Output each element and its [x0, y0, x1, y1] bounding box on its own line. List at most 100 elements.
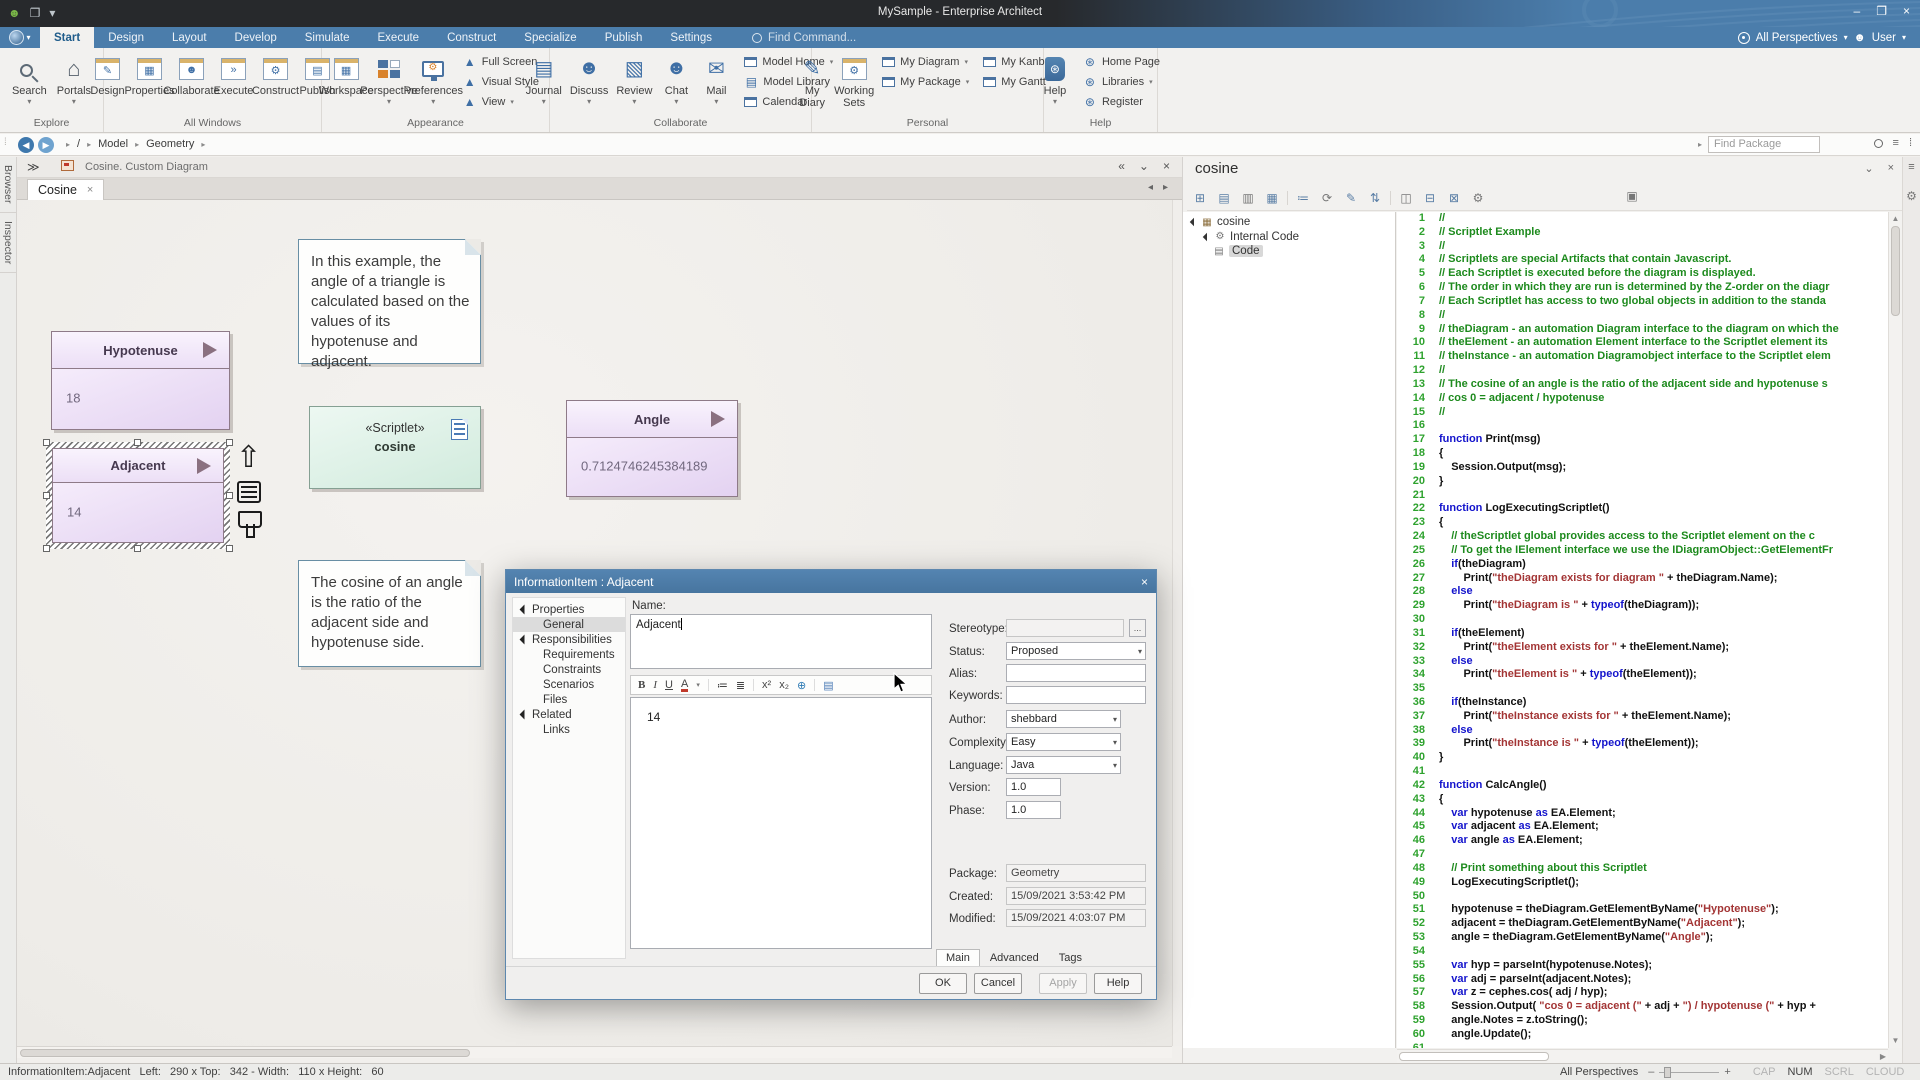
- app-menu-button[interactable]: ▾: [0, 27, 40, 48]
- dialog-nav-files[interactable]: Files: [513, 692, 625, 707]
- code-tree-cosine[interactable]: ▦cosine: [1183, 215, 1395, 230]
- code-line-52[interactable]: 52 adjacent = theDiagram.GetElementByNam…: [1397, 917, 1888, 931]
- mail-button[interactable]: ✉Mail▾: [696, 51, 736, 107]
- subscript-button[interactable]: x₂: [779, 679, 789, 691]
- ribbon-tab-design[interactable]: Design: [94, 27, 158, 48]
- selection-handle[interactable]: [134, 439, 141, 446]
- dialog-tab-advanced[interactable]: Advanced: [980, 949, 1049, 967]
- zoom-slider-thumb[interactable]: [1664, 1067, 1671, 1078]
- code-line-32[interactable]: 32 Print("theElement exists for " + theE…: [1397, 641, 1888, 655]
- stereotype-browse-button[interactable]: ...: [1129, 619, 1146, 637]
- code-line-47[interactable]: 47: [1397, 848, 1888, 862]
- bullet-list-button[interactable]: ≔: [717, 679, 728, 692]
- expand-icon[interactable]: [520, 710, 530, 720]
- code-line-43[interactable]: 43{: [1397, 793, 1888, 807]
- code-line-55[interactable]: 55 var hyp = parseInt(hypotenuse.Notes);: [1397, 959, 1888, 973]
- code-line-29[interactable]: 29 Print("theDiagram is " + typeof(theDi…: [1397, 599, 1888, 613]
- code-line-27[interactable]: 27 Print("theDiagram exists for diagram …: [1397, 572, 1888, 586]
- code-line-50[interactable]: 50: [1397, 890, 1888, 904]
- code-line-23[interactable]: 23{: [1397, 516, 1888, 530]
- tab-scroll-left-icon[interactable]: ◂: [1148, 182, 1153, 193]
- code-line-24[interactable]: 24 // theScriptlet global provides acces…: [1397, 530, 1888, 544]
- selection-handle[interactable]: [226, 492, 233, 499]
- code-line-5[interactable]: 5// Each Scriptlet is executed before th…: [1397, 267, 1888, 281]
- home-page-button[interactable]: ⊛Home Page: [1083, 53, 1160, 70]
- code-line-3[interactable]: 3//: [1397, 240, 1888, 254]
- editor-options-icon[interactable]: ⚙: [1903, 187, 1920, 205]
- notes-field[interactable]: 14: [630, 697, 932, 949]
- tab-scroll-right-icon[interactable]: ▸: [1163, 182, 1168, 193]
- code-line-58[interactable]: 58 Session.Output( "cos 0 = adjacent (" …: [1397, 1000, 1888, 1014]
- scrollbar-thumb[interactable]: [1399, 1052, 1549, 1061]
- code-toolbar-icon-1[interactable]: ▤: [1215, 189, 1233, 207]
- bold-button[interactable]: B: [638, 679, 645, 691]
- package-list-icon[interactable]: ≡: [1893, 137, 1899, 149]
- code-line-21[interactable]: 21: [1397, 489, 1888, 503]
- code-line-39[interactable]: 39 Print("theInstance is " + typeof(theE…: [1397, 737, 1888, 751]
- apply-button[interactable]: Apply: [1039, 973, 1087, 994]
- features-icon[interactable]: [237, 481, 261, 503]
- code-line-44[interactable]: 44 var hypotenuse as EA.Element;: [1397, 807, 1888, 821]
- element-hypotenuse[interactable]: Hypotenuse 18: [51, 331, 230, 430]
- code-line-46[interactable]: 46 var angle as EA.Element;: [1397, 834, 1888, 848]
- ribbon-tab-construct[interactable]: Construct: [433, 27, 510, 48]
- code-line-4[interactable]: 4// Scriptlets are special Artifacts tha…: [1397, 253, 1888, 267]
- phase-field[interactable]: 1.0: [1006, 801, 1061, 819]
- working-sets-button[interactable]: ⚙ Working Sets: [834, 51, 874, 110]
- diagram-close-button[interactable]: ×: [1163, 159, 1170, 173]
- dialog-nav-requirements[interactable]: Requirements: [513, 647, 625, 662]
- code-toolbar-icon-3[interactable]: ▦: [1263, 189, 1281, 207]
- help-button[interactable]: ⊛ Help▾: [1035, 51, 1075, 107]
- selection-handle[interactable]: [134, 545, 141, 552]
- journal-button[interactable]: ▤Journal▾: [522, 51, 566, 107]
- scroll-down-icon[interactable]: ▼: [1890, 1035, 1901, 1047]
- ribbon-tab-layout[interactable]: Layout: [158, 27, 221, 48]
- collaborate-window-button[interactable]: ☻Collaborate: [172, 51, 212, 98]
- my-package-button[interactable]: My Package▾: [882, 73, 969, 90]
- code-toolbar-icon-0[interactable]: ⊞: [1191, 189, 1209, 207]
- search-button[interactable]: Search▾: [8, 51, 51, 107]
- minimize-button[interactable]: –: [1854, 4, 1861, 18]
- code-line-7[interactable]: 7// Each Scriptlet has access to two glo…: [1397, 295, 1888, 309]
- ribbon-tab-settings[interactable]: Settings: [656, 27, 726, 48]
- code-line-25[interactable]: 25 // To get the IElement interface we u…: [1397, 544, 1888, 558]
- panel-menu-icon[interactable]: ⌄: [1864, 162, 1873, 175]
- ribbon-tab-simulate[interactable]: Simulate: [291, 27, 364, 48]
- editor-horizontal-scrollbar[interactable]: ▶: [1397, 1049, 1888, 1063]
- code-line-42[interactable]: 42function CalcAngle(): [1397, 779, 1888, 793]
- note-element-top[interactable]: In this example, the angle of a triangle…: [298, 239, 481, 364]
- code-line-59[interactable]: 59 angle.Notes = z.toString();: [1397, 1014, 1888, 1028]
- zoom-slider[interactable]: [1659, 1072, 1719, 1073]
- toolbar-grip[interactable]: ⁞: [4, 137, 6, 148]
- code-line-10[interactable]: 10// theElement - an automation Element …: [1397, 336, 1888, 350]
- superscript-button[interactable]: x²: [762, 679, 771, 691]
- selection-handle[interactable]: [226, 545, 233, 552]
- dialog-nav-general[interactable]: General: [513, 617, 625, 632]
- dialog-nav-responsibilities[interactable]: Responsibilities: [513, 632, 625, 647]
- code-line-15[interactable]: 15//: [1397, 406, 1888, 420]
- dialog-nav-constraints[interactable]: Constraints: [513, 662, 625, 677]
- panel-close-icon[interactable]: ×: [1888, 162, 1894, 175]
- element-scriptlet-cosine[interactable]: «Scriptlet» cosine: [309, 406, 481, 489]
- help-button[interactable]: Help: [1094, 973, 1142, 994]
- code-line-40[interactable]: 40}: [1397, 751, 1888, 765]
- version-field[interactable]: 1.0: [1006, 778, 1061, 796]
- canvas-horizontal-scrollbar[interactable]: [17, 1046, 1172, 1058]
- panel-hamburger-icon[interactable]: ≡: [1908, 161, 1914, 173]
- dialog-title-bar[interactable]: InformationItem : Adjacent ×: [506, 570, 1156, 593]
- stereotype-field[interactable]: [1006, 619, 1124, 637]
- scrollbar-thumb[interactable]: [20, 1049, 470, 1057]
- zoom-out-icon[interactable]: –: [1648, 1066, 1654, 1078]
- libraries-button[interactable]: ⊛Libraries▾: [1083, 73, 1160, 90]
- status-perspectives[interactable]: All Perspectives: [1560, 1066, 1638, 1078]
- breadcrumb-item-root[interactable]: /: [77, 138, 80, 150]
- restore-button[interactable]: ❐: [1876, 4, 1887, 18]
- find-command-box[interactable]: Find Command...: [752, 27, 856, 48]
- code-line-45[interactable]: 45 var adjacent as EA.Element;: [1397, 820, 1888, 834]
- underline-button[interactable]: U: [665, 679, 673, 691]
- design-window-button[interactable]: ✎Design: [88, 51, 128, 98]
- code-line-33[interactable]: 33 else: [1397, 655, 1888, 669]
- code-toolbar-icon-5[interactable]: ⟳: [1318, 189, 1336, 207]
- code-line-36[interactable]: 36 if(theInstance): [1397, 696, 1888, 710]
- zoom-in-icon[interactable]: +: [1724, 1066, 1730, 1078]
